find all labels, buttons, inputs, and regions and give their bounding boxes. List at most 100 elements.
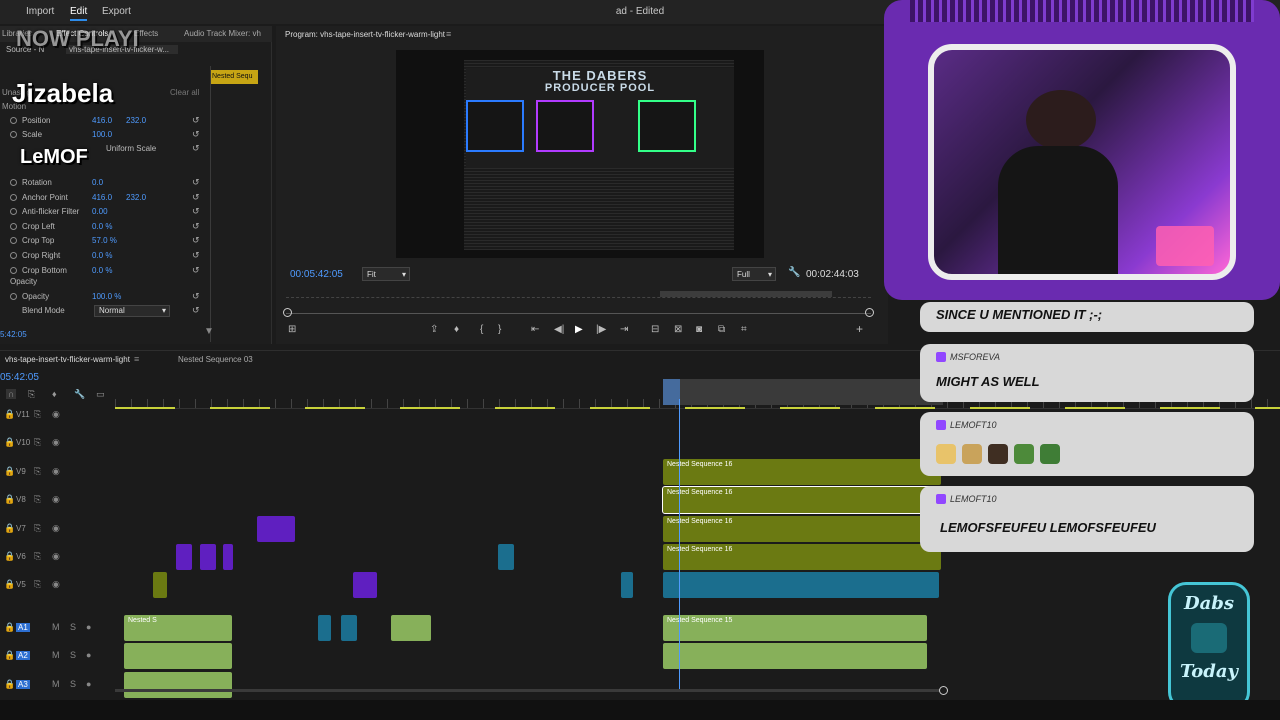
lock-icon[interactable]: 🔒 xyxy=(4,679,15,690)
stopwatch-icon[interactable] xyxy=(10,222,17,230)
track-header[interactable]: 🔒 V10 ⎘ ◉ xyxy=(0,429,112,457)
timeline-clip[interactable] xyxy=(200,544,216,570)
blend-mode-select[interactable]: Normal ▾ xyxy=(94,305,170,317)
timeline-timecode[interactable]: 05:42:05 xyxy=(0,372,39,383)
go-to-out-icon[interactable]: ⇥ xyxy=(620,324,628,335)
timeline-clip[interactable]: Nested S xyxy=(124,614,232,641)
reset-icon[interactable]: ↺ xyxy=(192,206,200,217)
timeline-clip[interactable] xyxy=(318,614,331,641)
stopwatch-icon[interactable] xyxy=(10,237,17,245)
microphone-icon[interactable]: ● xyxy=(86,679,91,689)
timeline-clip[interactable]: Nested Sequence 16 xyxy=(662,486,942,515)
timeline-clip[interactable] xyxy=(257,515,295,542)
timeline-clip[interactable] xyxy=(153,572,167,599)
property-value[interactable]: 0.0 xyxy=(92,178,103,187)
timeline-clip[interactable] xyxy=(663,643,927,670)
vr-icon[interactable]: ⌗ xyxy=(741,324,747,335)
sync-lock-icon[interactable]: ⎘ xyxy=(34,579,41,590)
eye-icon[interactable]: ◉ xyxy=(52,437,60,448)
wrench-icon[interactable]: 🔧 xyxy=(74,389,85,400)
track-name[interactable]: A3 xyxy=(16,679,30,689)
settings-icon[interactable]: ⊞ xyxy=(288,324,296,335)
eye-icon[interactable]: ◉ xyxy=(52,409,60,420)
property-value[interactable]: 416.0 xyxy=(92,193,112,202)
property-value[interactable]: 57.0 % xyxy=(92,236,117,245)
track-name[interactable]: V11 xyxy=(16,410,30,419)
step-back-icon[interactable]: ◀| xyxy=(554,324,564,335)
mute-button[interactable]: M xyxy=(52,650,60,660)
panel-menu-icon[interactable]: ≡ xyxy=(446,29,451,39)
reset-icon[interactable]: ↺ xyxy=(192,235,200,246)
solo-button[interactable]: S xyxy=(70,679,76,689)
track-header[interactable]: 🔒 A3 M S ● xyxy=(0,671,112,699)
stopwatch-icon[interactable] xyxy=(10,131,17,138)
add-button-icon[interactable]: + xyxy=(856,322,863,336)
step-forward-icon[interactable]: |▶ xyxy=(596,324,606,335)
reset-icon[interactable]: ↺ xyxy=(192,143,200,154)
sync-lock-icon[interactable]: ⎘ xyxy=(34,466,41,477)
eye-icon[interactable]: ◉ xyxy=(52,523,60,534)
lock-icon[interactable]: 🔒 xyxy=(4,523,15,534)
track-name[interactable]: V6 xyxy=(16,552,26,561)
track-header[interactable]: 🔒 V9 ⎘ ◉ xyxy=(0,458,112,486)
lift-clip-icon[interactable]: ⊟ xyxy=(651,324,659,335)
track-header[interactable]: 🔒 V11 ⎘ ◉ xyxy=(0,401,112,429)
track-name[interactable]: A2 xyxy=(16,651,30,661)
quality-select[interactable]: Full ▾ xyxy=(732,267,776,281)
reset-icon[interactable]: ↺ xyxy=(192,221,200,232)
scroll-handle-right[interactable] xyxy=(865,308,874,317)
horizontal-scrollbar[interactable] xyxy=(115,689,945,692)
microphone-icon[interactable]: ● xyxy=(86,622,91,632)
camera-icon[interactable]: ◙ xyxy=(696,324,702,335)
snap-icon[interactable]: ∩ xyxy=(6,389,17,399)
play-icon[interactable]: ▶ xyxy=(575,324,583,335)
timeline-tab-active[interactable]: vhs-tape-insert-tv-flicker-warm-light xyxy=(5,355,130,364)
track-name[interactable]: V10 xyxy=(16,438,30,447)
timeline-clip[interactable]: Nested Sequence 16 xyxy=(663,458,941,485)
reset-icon[interactable]: ↺ xyxy=(192,192,200,203)
go-to-in-icon[interactable]: ⇤ xyxy=(531,324,539,335)
timeline-clip[interactable] xyxy=(498,544,514,570)
stopwatch-icon[interactable] xyxy=(10,193,17,201)
in-point-icon[interactable]: { xyxy=(480,324,483,335)
menu-import[interactable]: Import xyxy=(26,6,54,17)
property-value-2[interactable]: 232.0 xyxy=(126,193,146,202)
wrench-icon[interactable]: 🔧 xyxy=(788,267,800,278)
work-area-bar[interactable] xyxy=(663,379,943,405)
track-name[interactable]: V5 xyxy=(16,580,26,589)
linked-selection-icon[interactable]: ⎘ xyxy=(28,389,35,400)
clear-all-button[interactable]: Clear all xyxy=(170,88,199,97)
property-value[interactable]: 0.0 % xyxy=(92,222,112,231)
scrubber-track[interactable] xyxy=(286,313,871,314)
track-name[interactable]: V7 xyxy=(16,524,26,533)
property-value[interactable]: 0.0 % xyxy=(92,251,112,260)
reset-icon[interactable]: ↺ xyxy=(192,265,200,276)
solo-button[interactable]: S xyxy=(70,650,76,660)
timeline-clip[interactable] xyxy=(176,544,192,570)
lock-icon[interactable]: 🔒 xyxy=(4,579,15,590)
timeline-clip[interactable] xyxy=(663,572,939,599)
menu-edit[interactable]: Edit xyxy=(70,6,88,21)
lock-icon[interactable]: 🔒 xyxy=(4,494,15,505)
property-value[interactable]: 0.0 % xyxy=(92,266,112,275)
sync-lock-icon[interactable]: ⎘ xyxy=(34,494,41,505)
track-header[interactable]: 🔒 A2 M S ● xyxy=(0,642,112,670)
track-name[interactable]: V9 xyxy=(16,467,26,476)
timeline-clip[interactable] xyxy=(341,614,357,641)
lock-icon[interactable]: 🔒 xyxy=(4,622,15,633)
track-name[interactable]: V8 xyxy=(16,495,26,504)
track-header[interactable]: 🔒 V6 ⎘ ◉ xyxy=(0,543,112,571)
tab-audio-mixer[interactable]: Audio Track Mixer: vh xyxy=(184,29,261,38)
timeline-tab[interactable]: Nested Sequence 03 xyxy=(178,355,253,364)
eye-icon[interactable]: ◉ xyxy=(52,494,60,505)
property-value[interactable]: 100.0 % xyxy=(92,292,121,301)
property-value[interactable]: 100.0 xyxy=(92,130,112,139)
timeline-clip[interactable] xyxy=(391,614,431,641)
track-header[interactable]: 🔒 V7 ⎘ ◉ xyxy=(0,515,112,543)
sync-lock-icon[interactable]: ⎘ xyxy=(34,523,41,534)
lock-icon[interactable]: 🔒 xyxy=(4,409,15,420)
timeline-clip[interactable] xyxy=(353,572,377,599)
reset-icon[interactable]: ↺ xyxy=(192,291,200,302)
timeline-clip[interactable] xyxy=(621,572,633,599)
timeline-clip[interactable]: Nested Sequence 16 xyxy=(663,544,941,570)
